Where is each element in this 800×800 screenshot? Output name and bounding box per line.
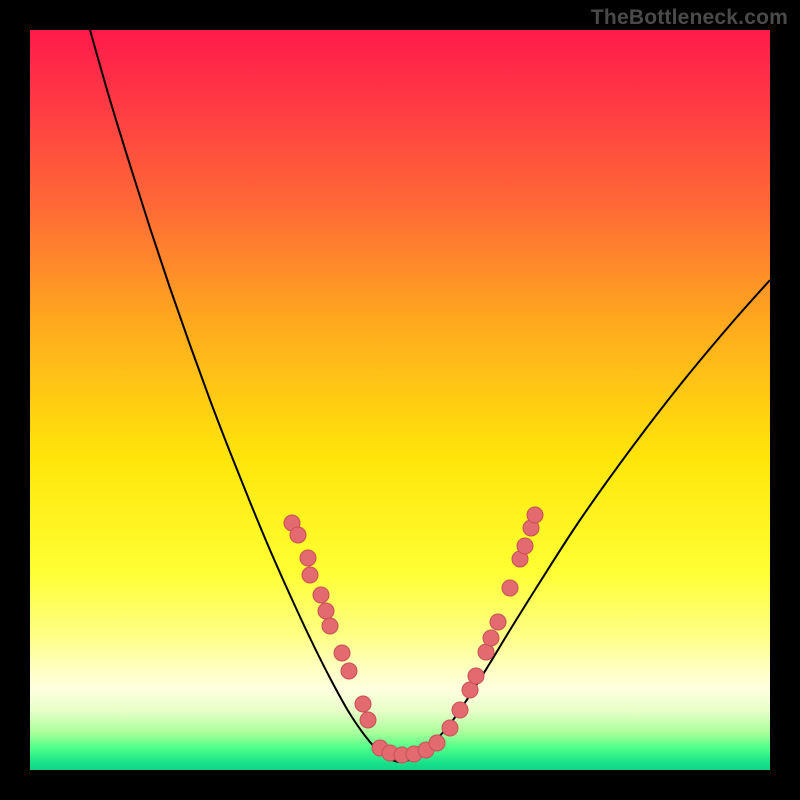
- watermark-text: TheBottleneck.com: [591, 6, 788, 30]
- sample-dot: [429, 735, 445, 751]
- sample-dot: [452, 702, 468, 718]
- sample-dot: [341, 663, 357, 679]
- sample-dot: [300, 550, 316, 566]
- bottleneck-chart: [30, 30, 770, 770]
- sample-dot: [517, 538, 533, 554]
- sample-dot: [490, 614, 506, 630]
- sample-dot: [483, 630, 499, 646]
- sample-dot: [313, 587, 329, 603]
- sample-dot: [302, 567, 318, 583]
- sample-dot: [468, 668, 484, 684]
- sample-dot: [527, 507, 543, 523]
- sample-dot: [334, 645, 350, 661]
- sample-dot: [502, 580, 518, 596]
- sample-dot: [322, 618, 338, 634]
- sample-dot: [360, 712, 376, 728]
- sample-dot: [355, 696, 371, 712]
- sample-dot: [318, 603, 334, 619]
- sample-dots-group: [284, 507, 543, 763]
- sample-dot: [442, 720, 458, 736]
- bottleneck-curve: [90, 30, 770, 762]
- sample-dot: [290, 527, 306, 543]
